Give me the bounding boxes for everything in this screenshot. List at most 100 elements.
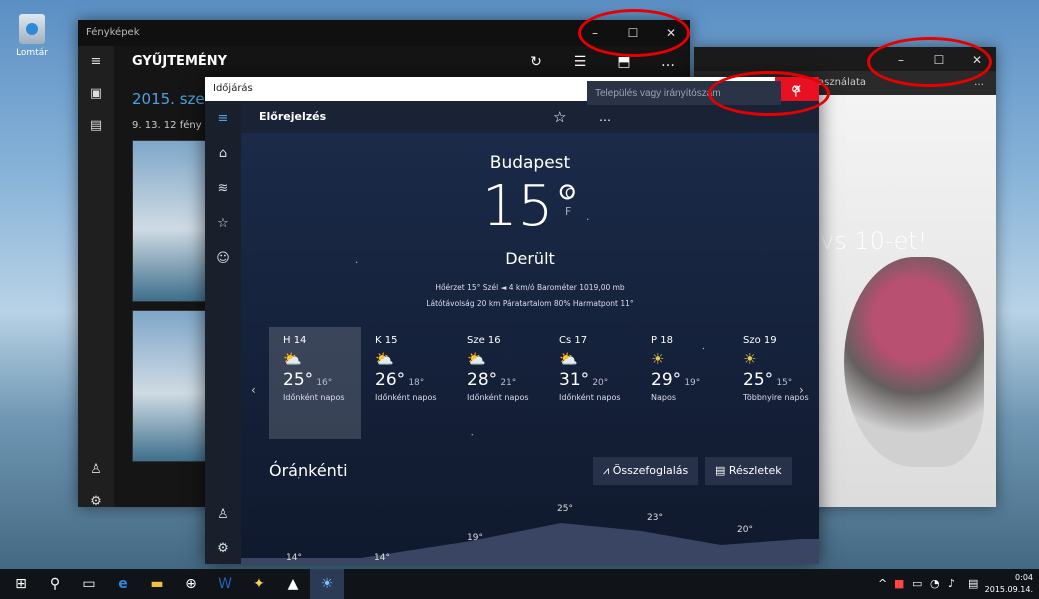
day-high: 25° xyxy=(283,370,314,390)
details-button[interactable]: ▤ Részletek xyxy=(705,457,792,485)
sunny-icon: ☀ xyxy=(651,350,665,368)
clock[interactable]: 0:04 2015.09.14. xyxy=(985,572,1033,596)
photos-title: Fényképek xyxy=(86,27,140,38)
details-icon: ▤ xyxy=(715,464,729,477)
hourly-temp-label: 19° xyxy=(467,533,483,543)
day-card[interactable]: K 15 ⛅ 26° 18° Időnként napos xyxy=(361,327,453,439)
day-high: 28° xyxy=(467,370,498,390)
photos-icon[interactable]: ▲ xyxy=(276,569,310,599)
maps-icon[interactable]: ≋ xyxy=(205,171,241,206)
wifi-icon[interactable]: ◔ xyxy=(930,569,940,599)
weather-app-icon[interactable]: ☀ xyxy=(310,569,344,599)
battery-icon[interactable]: ▭ xyxy=(912,569,922,599)
favorite-star-icon[interactable]: ☆ xyxy=(553,101,566,133)
hourly-temp-label: 14° xyxy=(286,553,302,563)
hamburger-icon[interactable]: ≡ xyxy=(205,101,241,136)
details-button-label: Részletek xyxy=(728,464,782,477)
antivirus-icon[interactable]: ■ xyxy=(894,569,904,599)
day-card[interactable]: Cs 17 ⛅ 31° 20° Időnként napos xyxy=(545,327,637,439)
weather-title: Időjárás xyxy=(213,83,253,94)
hamburger-icon[interactable]: ≡ xyxy=(78,46,114,78)
highlight-ring xyxy=(708,71,830,116)
day-high: 31° xyxy=(559,370,590,390)
summary-button[interactable]: ⩘ Összefoglalás xyxy=(593,457,699,485)
day-name: Szo 19 xyxy=(743,335,777,346)
taskbar: ⊞ ⚲ ▭ e ▬ ⊕ W ✦ ▲ ☀ ^ ■ ▭ ◔ ♪ ▤ 0:04 201… xyxy=(0,569,1039,599)
hourly-temp-label: 14° xyxy=(374,553,390,563)
collection-icon[interactable]: ▣ xyxy=(78,78,114,110)
file-explorer-icon[interactable]: ▬ xyxy=(140,569,174,599)
day-card[interactable]: Sze 16 ⛅ 28° 21° Időnként napos xyxy=(453,327,545,439)
highlight-ring xyxy=(867,37,992,87)
tips-icon[interactable]: ✦ xyxy=(242,569,276,599)
partly-sunny-icon: ⛅ xyxy=(375,350,394,368)
collection-subtitle: 9. 13. 12 fény xyxy=(132,120,202,131)
news-icon[interactable]: ☺ xyxy=(205,241,241,276)
photo-thumbnail[interactable] xyxy=(132,310,210,462)
day-name: K 15 xyxy=(375,335,398,346)
day-card[interactable]: Szo 19 ☀ 25° 15° Többnyire napos xyxy=(729,327,819,439)
promo-photo xyxy=(844,257,984,467)
hourly-area xyxy=(241,523,819,564)
recycle-bin[interactable]: Lomtár xyxy=(10,14,54,58)
hourly-temp-label: 23° xyxy=(647,513,663,523)
store-icon[interactable]: ⊕ xyxy=(174,569,208,599)
chart-icon: ⩘ xyxy=(603,464,613,477)
hourly-title: Óránkénti xyxy=(269,461,348,480)
day-name: P 18 xyxy=(651,335,673,346)
day-description: Időnként napos xyxy=(559,393,621,402)
sunny-icon: ☀ xyxy=(743,350,757,368)
word-icon[interactable]: W xyxy=(208,569,242,599)
gear-icon[interactable]: ⚙ xyxy=(78,486,114,518)
account-icon[interactable]: ♙ xyxy=(205,497,241,532)
day-description: Időnként napos xyxy=(283,393,345,402)
promo-headline: vs 10-et! xyxy=(820,227,928,255)
weather-nav-rail: ≡ ⌂ ≋ ☆ ☺ ♙ ⚙ xyxy=(205,101,241,564)
tray-chevron-icon[interactable]: ^ xyxy=(878,569,887,599)
favorites-icon[interactable]: ☆ xyxy=(205,206,241,241)
highlight-ring xyxy=(578,9,690,57)
hourly-temp-label: 20° xyxy=(737,525,753,535)
day-high: 29° xyxy=(651,370,682,390)
edge-icon[interactable]: e xyxy=(106,569,140,599)
gear-icon[interactable]: ⚙ xyxy=(205,531,241,564)
more-icon[interactable]: … xyxy=(599,101,611,133)
home-icon[interactable]: ⌂ xyxy=(205,136,241,171)
search-icon[interactable]: ⚲ xyxy=(38,569,72,599)
partly-sunny-icon: ⛅ xyxy=(559,350,578,368)
action-center-icon[interactable]: ▤ xyxy=(968,569,978,599)
daily-forecast: H 14 ⛅ 25° 16° Időnként napos K 15 ⛅ 26°… xyxy=(269,327,819,439)
weather-details-line2: Látótávolság 20 km Páratartalom 80% Harm… xyxy=(426,299,634,308)
photos-nav-rail: ≡ ▣ ▤ ♙ ⚙ xyxy=(78,46,114,509)
summary-button-label: Összefoglalás xyxy=(612,464,689,477)
albums-icon[interactable]: ▤ xyxy=(78,110,114,142)
page-title: Előrejelzés xyxy=(259,110,327,123)
hourly-temp-label: 25° xyxy=(557,504,573,514)
day-low: 20° xyxy=(592,378,609,388)
day-card[interactable]: P 18 ☀ 29° 19° Napos xyxy=(637,327,729,439)
day-high: 25° xyxy=(743,370,774,390)
collection-date[interactable]: 2015. szep xyxy=(132,90,214,108)
recycle-bin-label: Lomtár xyxy=(16,48,48,58)
day-name: Sze 16 xyxy=(467,335,501,346)
day-description: Időnként napos xyxy=(375,393,437,402)
photo-thumbnail[interactable] xyxy=(132,140,210,302)
previous-arrow-icon[interactable]: ‹ xyxy=(251,383,256,397)
day-low: 16° xyxy=(316,378,333,388)
weather-details-line1: Hőérzet 15° Szél ◄ 4 km/ó Barométer 1019… xyxy=(435,283,625,292)
weather-window: Időjárás – ☐ ✕ ≡ ⌂ ≋ ☆ ☺ ♙ ⚙ Előrejelzés… xyxy=(205,77,819,564)
refresh-icon[interactable]: ↻ xyxy=(514,46,558,78)
forecast-background: Budapest 15° C F Derült Hőérzet 15° Szél… xyxy=(241,133,819,564)
day-low: 15° xyxy=(776,378,793,388)
unit-celsius[interactable]: C xyxy=(565,187,574,202)
day-card[interactable]: H 14 ⛅ 25° 16° Időnként napos xyxy=(269,327,361,439)
unit-fahrenheit[interactable]: F xyxy=(565,205,571,218)
clock-time: 0:04 xyxy=(1015,573,1033,582)
day-name: H 14 xyxy=(283,335,307,346)
select-icon[interactable]: ☰ xyxy=(558,46,602,78)
volume-icon[interactable]: ♪ xyxy=(948,569,955,599)
task-view-icon[interactable]: ▭ xyxy=(72,569,106,599)
account-icon[interactable]: ♙ xyxy=(78,454,114,486)
start-icon[interactable]: ⊞ xyxy=(4,569,38,599)
recycle-bin-icon xyxy=(19,14,45,44)
